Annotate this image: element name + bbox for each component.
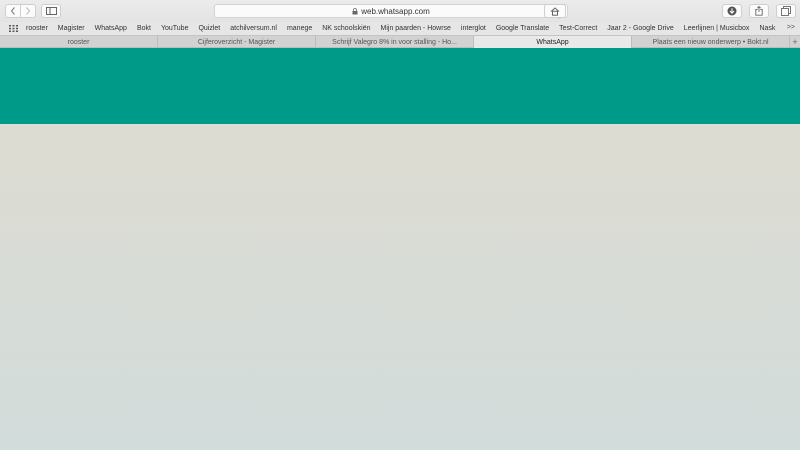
whatsapp-loading-background <box>0 124 800 450</box>
tabs-overview-icon <box>781 6 791 16</box>
sidebar-icon <box>45 7 57 15</box>
forward-button[interactable] <box>20 4 36 18</box>
bookmark-item[interactable]: rooster <box>26 25 48 32</box>
tab-overview-button[interactable] <box>776 4 796 18</box>
whatsapp-header-band <box>0 48 800 124</box>
bookmark-item[interactable]: manege <box>287 25 312 32</box>
tab-magister[interactable]: Cijferoverzicht - Magister <box>158 36 317 48</box>
bookmarks-overflow-button[interactable]: >> <box>787 24 795 31</box>
home-button[interactable] <box>544 4 566 18</box>
home-icon <box>550 6 560 16</box>
address-bar[interactable]: web.whatsapp.com <box>214 4 568 19</box>
bookmark-item[interactable]: Bokt <box>137 25 151 32</box>
share-button[interactable] <box>749 4 769 18</box>
chevron-left-icon <box>10 7 15 15</box>
back-button[interactable] <box>5 4 21 18</box>
bookmark-item[interactable]: Quizlet <box>198 25 220 32</box>
bookmarks-bar: rooster Magister WhatsApp Bokt YouTube Q… <box>0 22 800 35</box>
bookmark-item[interactable]: interglot <box>461 25 486 32</box>
downloads-button[interactable] <box>722 4 742 18</box>
tab-bar: rooster Cijferoverzicht - Magister Schri… <box>0 35 800 48</box>
bookmark-item[interactable]: Leerlijnen | Musicbox <box>684 25 750 32</box>
tab-bokt[interactable]: Plaats een nieuw onderwerp • Bokt.nl <box>632 36 791 48</box>
new-tab-button[interactable]: + <box>790 36 800 48</box>
url-text: web.whatsapp.com <box>361 6 430 16</box>
bookmark-item[interactable]: Test-Correct <box>559 25 597 32</box>
share-icon <box>755 6 763 16</box>
bookmark-item[interactable]: YouTube <box>161 25 189 32</box>
top-sites-grid-icon[interactable] <box>9 25 18 32</box>
bookmark-item[interactable]: Mijn paarden - Howrse <box>381 25 451 32</box>
bookmark-item[interactable]: NK schoolskiën <box>322 25 370 32</box>
sidebar-toggle-button[interactable] <box>41 4 61 18</box>
lock-icon <box>352 7 358 14</box>
bookmark-item[interactable]: atchilversum.nl <box>230 25 277 32</box>
bookmark-item[interactable]: Jaar 2 - Google Drive <box>607 25 674 32</box>
tab-howrse[interactable]: Schrijf Valegro 8% in voor stalling - Ho… <box>316 36 475 48</box>
tab-rooster[interactable]: rooster <box>0 36 159 48</box>
tab-whatsapp[interactable]: WhatsApp <box>474 36 633 48</box>
bookmark-item[interactable]: WhatsApp <box>95 25 127 32</box>
browser-toolbar: web.whatsapp.com <box>0 0 800 22</box>
address-content: web.whatsapp.com <box>215 5 567 17</box>
bookmark-item[interactable]: Nask <box>759 25 775 32</box>
bookmark-item[interactable]: Magister <box>58 25 85 32</box>
bookmark-item[interactable]: Google Translate <box>496 25 549 32</box>
chevron-right-icon <box>26 7 31 15</box>
download-icon <box>727 6 737 16</box>
